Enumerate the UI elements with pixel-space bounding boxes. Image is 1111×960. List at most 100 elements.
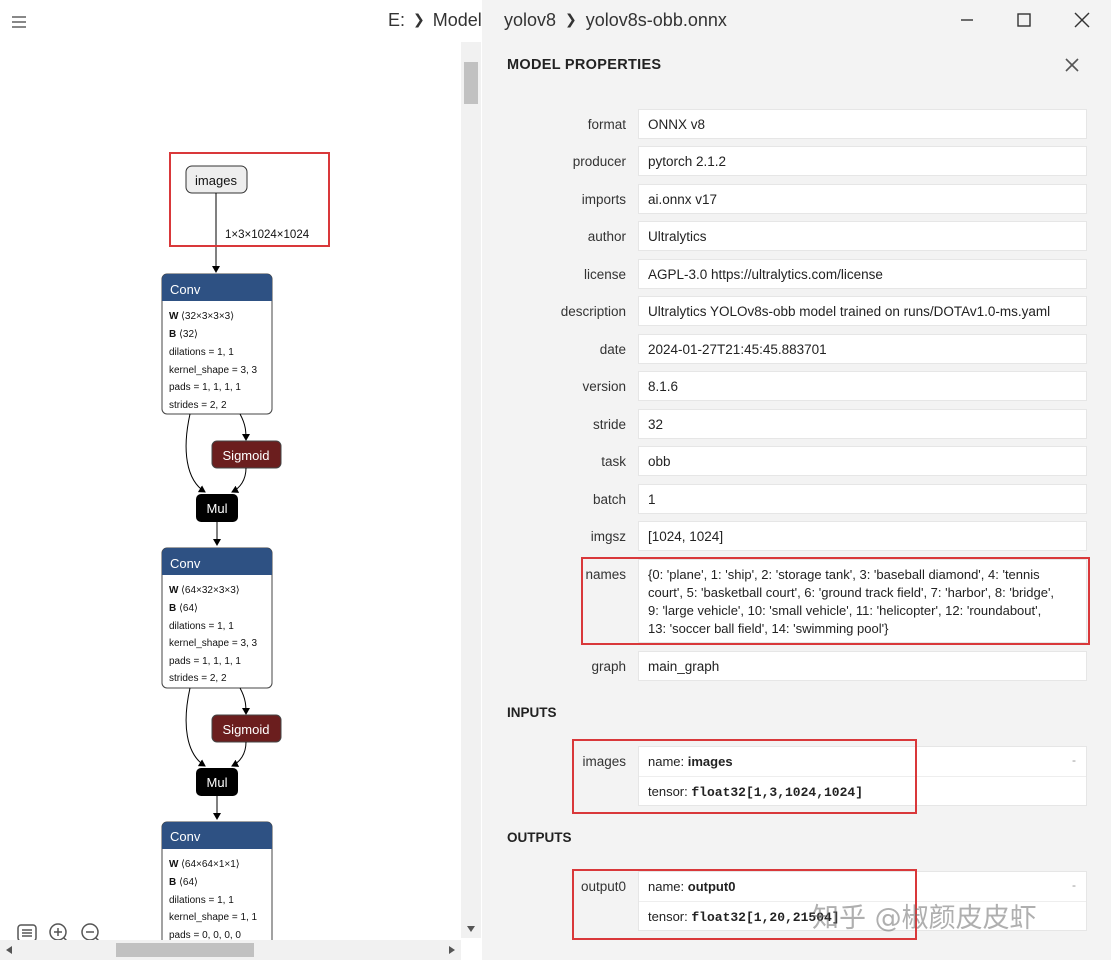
conv-title: Conv [170,829,201,844]
horizontal-scrollbar[interactable] [0,940,461,960]
property-value[interactable]: 8.1.6 [638,371,1087,401]
conv-node[interactable]: Conv W ⟨32×3×3×3⟩ B ⟨32⟩ dilations = 1, … [161,273,273,415]
attr-pads: pads = 1, 1, 1, 1 [169,382,241,393]
property-value[interactable]: [1024, 1024] [638,521,1087,551]
breadcrumb-item[interactable]: yolov8s-obb.onnx [586,10,727,30]
property-value[interactable]: main_graph [638,651,1087,681]
output-label: output0 [580,879,626,894]
breadcrumb-continued: yolov8 ❯ yolov8s-obb.onnx [504,10,727,31]
property-value[interactable]: Ultralytics [638,221,1087,251]
mul-node[interactable]: Mul [196,494,238,522]
name-prefix: name: [648,879,685,894]
output-name-value: output0 [687,879,736,894]
sigmoid-label: Sigmoid [223,722,270,737]
attr-strides: strides = 2, 2 [169,400,227,411]
bias-shape: ⟨32⟩ [179,329,198,340]
close-window-icon[interactable] [1072,10,1092,30]
attr-pads: pads = 1, 1, 1, 1 [169,656,241,667]
scrollbar-thumb[interactable] [464,62,478,104]
attr-kernel-shape: kernel_shape = 3, 3 [169,638,258,649]
scrollbar-thumb[interactable] [116,943,254,957]
edge [231,741,247,767]
names-line: 13: 'soccer ball field', 14: 'swimming p… [648,621,889,636]
attr-kernel-shape: kernel_shape = 3, 3 [169,365,258,376]
edge-shape-label: 1×3×1024×1024 [225,229,310,241]
conv-title: Conv [170,282,201,297]
vertical-scrollbar[interactable] [461,42,481,938]
model-properties-panel: yolov8 ❯ yolov8s-obb.onnx MODEL PROPERTIES… [482,0,1111,960]
weight-shape: ⟨32×3×3×3⟩ [181,311,234,322]
scroll-left-icon[interactable] [6,946,12,954]
tensor-prefix: tensor: [648,784,688,799]
weight-label: W [169,311,179,322]
property-value[interactable]: pytorch 2.1.2 [638,146,1087,176]
name-prefix: name: [648,754,685,769]
property-label: task [601,454,626,469]
input-label: images [582,754,626,769]
mul-node[interactable]: Mul [196,768,238,796]
property-value-names[interactable]: {0: 'plane', 1: 'ship', 2: 'storage tank… [638,559,1087,643]
panel-title: MODEL PROPERTIES [507,57,662,73]
sigmoid-node[interactable]: Sigmoid [211,440,282,469]
property-label: batch [592,492,626,507]
names-line: {0: 'plane', 1: 'ship', 2: 'storage tank… [648,567,1040,582]
property-label: graph [591,659,626,674]
input-tensor-value: float32[1,3,1024,1024] [691,785,864,800]
watermark: 知乎 @椒颜皮皮虾 [812,903,1037,934]
edge [239,413,250,441]
edge [239,687,250,715]
property-value[interactable]: obb [638,446,1087,476]
mul-label: Mul [207,501,228,516]
conv-title: Conv [170,556,201,571]
names-line: 9: 'large vehicle', 10: 'small vehicle',… [648,603,1042,618]
attr-kernel-shape: kernel_shape = 1, 1 [169,912,258,923]
scroll-down-icon[interactable] [467,926,475,932]
property-label: stride [592,417,626,432]
scroll-right-icon[interactable] [449,946,455,954]
property-label: format [587,117,626,132]
property-value[interactable]: ONNX v8 [638,109,1087,139]
edge [231,467,247,493]
names-line: court', 5: 'basketball court', 6: 'groun… [648,585,1055,600]
property-label: producer [572,154,626,169]
property-value[interactable]: AGPL-3.0 https://ultralytics.com/license [638,259,1087,289]
property-value[interactable]: 2024-01-27T21:45:45.883701 [638,334,1087,364]
conv-node[interactable]: Conv W ⟨64×32×3×3⟩ B ⟨64⟩ dilations = 1,… [161,547,273,689]
breadcrumb-item[interactable]: yolov8 [504,10,556,30]
property-label: imports [581,192,626,207]
bias-label: B [169,329,176,340]
property-value[interactable]: 32 [638,409,1087,439]
model-graph[interactable]: images 1×3×1024×1024 Conv W ⟨32×3×3×3⟩ B… [0,0,461,940]
attr-strides: strides = 2, 2 [169,673,227,684]
property-value[interactable]: 1 [638,484,1087,514]
expand-toggle[interactable]: - [1072,878,1076,892]
attr-pads: pads = 0, 0, 0, 0 [169,930,241,940]
sigmoid-node[interactable]: Sigmoid [211,714,282,743]
bias-label: B [169,877,176,888]
expand-toggle[interactable]: - [1072,753,1076,767]
edge [185,413,206,493]
minimize-icon[interactable] [957,10,977,30]
bias-shape: ⟨64⟩ [179,603,198,614]
close-icon[interactable] [1063,56,1081,74]
tensor-prefix: tensor: [648,909,688,924]
input-details[interactable]: - name: images tensor: float32[1,3,1024,… [638,746,1087,806]
conv-node[interactable]: Conv W ⟨64×64×1×1⟩ B ⟨64⟩ dilations = 1,… [161,821,273,940]
property-value[interactable]: ai.onnx v17 [638,184,1087,214]
outputs-section-title: OUTPUTS [507,830,572,845]
chevron-right-icon: ❯ [565,11,577,27]
property-label: date [599,342,626,357]
property-value[interactable]: Ultralytics YOLOv8s-obb model trained on… [638,296,1087,326]
attr-dilations: dilations = 1, 1 [169,895,234,906]
graph-pane[interactable]: E: ❯ Model images 1×3×1024×1024 Conv W ⟨32… [0,0,482,960]
input-tensor-line: tensor: float32[1,3,1024,1024] [639,776,1086,805]
weight-label: W [169,859,179,870]
maximize-icon[interactable] [1014,10,1034,30]
property-label: description [560,304,626,319]
property-label: version [582,379,626,394]
bias-shape: ⟨64⟩ [179,877,198,888]
property-label: license [583,267,626,282]
mul-label: Mul [207,775,228,790]
bias-label: B [169,603,176,614]
weight-shape: ⟨64×64×1×1⟩ [181,859,240,870]
